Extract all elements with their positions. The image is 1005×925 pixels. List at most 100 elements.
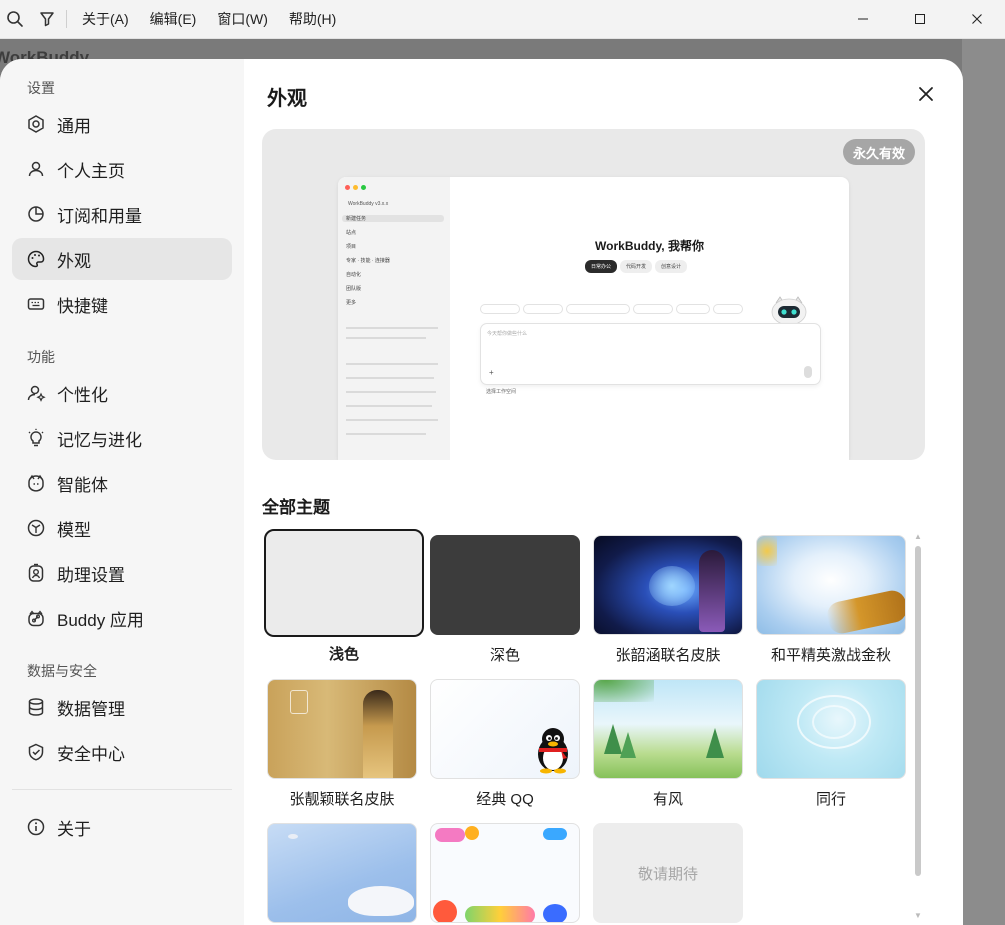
menu-about[interactable]: 关于(A) <box>82 9 129 29</box>
menu-help[interactable]: 帮助(H) <box>289 9 336 29</box>
filter-icon[interactable] <box>38 10 56 28</box>
theme-name: 和平精英激战金秋 <box>770 647 891 664</box>
sidebar-item-personalization[interactable]: 个性化 <box>12 372 232 414</box>
preview-tab: 创意设计 <box>655 260 688 273</box>
sidebar-item-profile[interactable]: 个人主页 <box>12 148 232 190</box>
preview-sidebar: WorkBuddy v3.x.x 新建任务 站点 项目 专家 · 技能 · 连接… <box>338 177 450 460</box>
sidebar-item-about[interactable]: 关于 <box>12 806 232 848</box>
scroll-down-arrow-icon[interactable]: ▼ <box>914 911 922 920</box>
database-icon <box>26 697 46 717</box>
flower-shape <box>757 536 777 566</box>
theme-preview: 永久有效 WorkBuddy v3.x.x 新建任务 站点 项目 专家 · 技能… <box>262 129 925 460</box>
permanent-badge: 永久有效 <box>842 139 915 165</box>
theme-card-cat[interactable] <box>267 823 419 925</box>
theme-card-light[interactable]: 浅色 <box>264 529 424 664</box>
sidebar-item-assistant-settings[interactable]: 助理设置 <box>12 552 232 594</box>
preview-nav-item: 更多 <box>346 300 357 306</box>
dragon-shape <box>824 588 905 634</box>
preview-nav-item: 团队版 <box>346 286 362 292</box>
minimize-button[interactable] <box>834 0 891 38</box>
settings-modal: 设置 通用 个人主页 订阅和用量 外观 快捷键 功能 个性化 记忆与进化 智能体… <box>0 59 963 925</box>
sidebar-item-buddy-apps[interactable]: Buddy 应用 <box>12 597 232 639</box>
scrollbar-thumb[interactable] <box>915 546 921 876</box>
sidebar-item-models[interactable]: 模型 <box>12 507 232 549</box>
figure-shape <box>363 690 393 778</box>
logo-shape <box>290 690 308 714</box>
traffic-light-red <box>345 185 350 190</box>
theme-thumbnail: 敬请期待 <box>593 823 743 923</box>
theme-card-coming-soon: 敬请期待 <box>593 823 745 923</box>
preview-chip <box>480 304 520 314</box>
scroll-up-arrow-icon[interactable]: ▲ <box>914 532 922 541</box>
preview-chip <box>566 304 630 314</box>
sidebar-group-features: 功能 <box>27 349 55 365</box>
window-close-button[interactable] <box>948 0 1005 38</box>
preview-nav-item: 新建任务 <box>342 215 444 222</box>
theme-card-classic-qq[interactable]: 经典 QQ <box>430 679 582 809</box>
preview-main: WorkBuddy, 我帮你 日常办公 代码开发 创意设计 今天帮你做些什么 +… <box>450 177 849 460</box>
doodle-shape <box>433 900 457 922</box>
modal-close-button[interactable] <box>915 83 937 105</box>
sidebar-item-label: 订阅和用量 <box>57 206 142 226</box>
sidebar-item-label: 通用 <box>57 116 91 136</box>
theme-card-breeze[interactable]: 有风 <box>593 679 745 809</box>
theme-thumbnail <box>756 535 906 635</box>
theme-name: 张靓颖联名皮肤 <box>289 791 395 808</box>
glow-shape <box>649 566 695 606</box>
coming-soon-label: 敬请期待 <box>637 865 698 883</box>
preview-input: 今天帮你做些什么 + <box>480 323 821 385</box>
preview-placeholder-line <box>346 405 432 407</box>
theme-card-doodle[interactable] <box>430 823 582 925</box>
theme-card-dark[interactable]: 深色 <box>430 535 582 665</box>
theme-card-jane-zhang[interactable]: 张靓颖联名皮肤 <box>267 679 419 809</box>
leaves-shape <box>594 680 654 702</box>
sidebar-item-subscription[interactable]: 订阅和用量 <box>12 193 232 235</box>
sidebar-item-appearance[interactable]: 外观 <box>12 238 232 280</box>
maximize-button[interactable] <box>891 0 948 38</box>
settings-gear-icon <box>26 114 46 134</box>
theme-thumbnail <box>593 679 743 779</box>
microphone-icon <box>804 366 812 378</box>
menu-window[interactable]: 窗口(W) <box>217 9 268 29</box>
palette-icon <box>26 249 46 269</box>
sidebar-item-memory[interactable]: 记忆与进化 <box>12 417 232 459</box>
menu-edit[interactable]: 编辑(E) <box>150 9 197 29</box>
preview-footer: 选择工作空间 <box>486 389 517 395</box>
search-icon[interactable] <box>6 10 24 28</box>
theme-name: 深色 <box>489 647 520 664</box>
sidebar-item-shortcuts[interactable]: 快捷键 <box>12 283 232 325</box>
theme-card-peace-elite[interactable]: 和平精英激战金秋 <box>756 535 908 665</box>
swirl-shape <box>812 705 856 739</box>
sidebar-item-security-center[interactable]: 安全中心 <box>12 731 232 773</box>
traffic-light-green <box>361 185 366 190</box>
theme-thumbnail <box>430 679 580 779</box>
preview-placeholder-line <box>346 391 436 393</box>
theme-thumbnail <box>430 823 580 923</box>
sidebar-item-label: 个性化 <box>57 385 108 405</box>
preview-nav-item: 专家 · 技能 · 连接器 <box>346 258 390 264</box>
sidebar-item-label: 快捷键 <box>57 296 108 316</box>
doodle-shape <box>543 904 567 922</box>
preview-tab: 代码开发 <box>620 260 653 273</box>
sidebar-item-general[interactable]: 通用 <box>12 103 232 145</box>
user-icon <box>26 159 46 179</box>
theme-name: 有风 <box>652 791 683 808</box>
theme-card-together[interactable]: 同行 <box>756 679 908 809</box>
pie-chart-icon <box>26 204 46 224</box>
plus-icon: + <box>489 368 494 377</box>
theme-thumbnail <box>430 535 580 635</box>
close-icon <box>971 14 982 24</box>
sidebar-item-label: 记忆与进化 <box>57 430 142 450</box>
preview-chip <box>713 304 743 314</box>
preview-placeholder-line <box>346 377 434 379</box>
preview-input-placeholder: 今天帮你做些什么 <box>487 331 528 337</box>
doodle-shape <box>435 828 465 842</box>
sidebar-item-data-management[interactable]: 数据管理 <box>12 686 232 728</box>
preview-placeholder-line <box>346 419 438 421</box>
sidebar-item-agents[interactable]: 智能体 <box>12 462 232 504</box>
shield-check-icon <box>26 742 46 762</box>
theme-name: 经典 QQ <box>476 791 534 808</box>
page-title: 外观 <box>267 88 307 110</box>
theme-thumbnail <box>756 679 906 779</box>
theme-card-zhang-shaohan[interactable]: 张韶涵联名皮肤 <box>593 535 745 665</box>
